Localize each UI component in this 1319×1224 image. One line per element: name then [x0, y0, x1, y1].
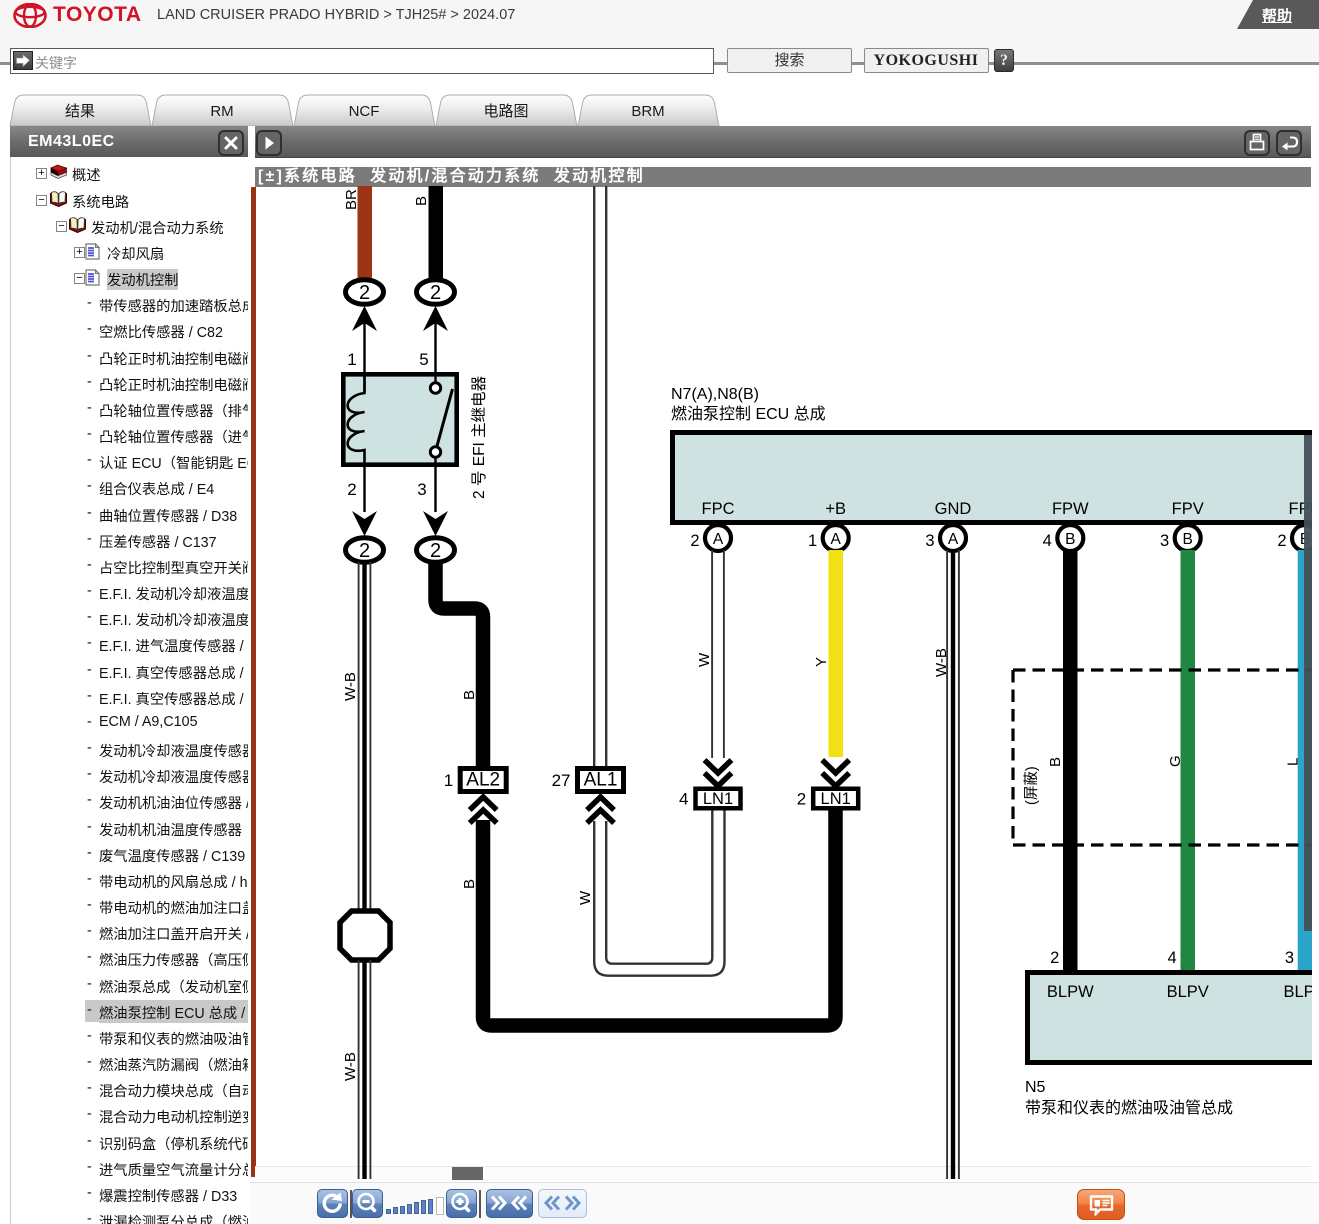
svg-text:LN1: LN1 [821, 790, 851, 808]
svg-text:Y: Y [813, 657, 830, 667]
svg-text:B: B [1065, 531, 1075, 548]
svg-text:2: 2 [690, 532, 699, 550]
svg-text:B: B [413, 196, 430, 206]
svg-text:4: 4 [1168, 949, 1177, 967]
svg-text:W-B: W-B [342, 672, 359, 701]
svg-text:AL2: AL2 [466, 770, 500, 791]
svg-text:3: 3 [1285, 949, 1294, 967]
svg-text:W-B: W-B [342, 1052, 359, 1081]
svg-text:W: W [696, 652, 713, 667]
svg-text:N5: N5 [1025, 1079, 1046, 1096]
svg-text:B: B [461, 879, 478, 889]
svg-text:B: B [1047, 757, 1064, 767]
svg-text:4: 4 [1043, 532, 1052, 550]
svg-text:2: 2 [359, 282, 370, 304]
svg-text:2: 2 [430, 282, 441, 304]
svg-text:3: 3 [1160, 532, 1169, 550]
svg-text:GND: GND [935, 500, 972, 518]
svg-text:2 号 EFI 主继电器: 2 号 EFI 主继电器 [470, 375, 488, 499]
svg-text:NCF: NCF [349, 103, 380, 120]
svg-text:BLPW: BLPW [1047, 983, 1094, 1001]
svg-text:BR: BR [343, 189, 360, 210]
svg-text:AL1: AL1 [584, 770, 618, 791]
svg-text:2: 2 [359, 540, 370, 562]
svg-text:2: 2 [797, 790, 806, 809]
svg-text:FPW: FPW [1052, 500, 1089, 518]
svg-text:A: A [831, 531, 842, 548]
svg-text:BRM: BRM [631, 103, 664, 120]
svg-text:带泵和仪表的燃油吸油管总成: 带泵和仪表的燃油吸油管总成 [1025, 1099, 1233, 1117]
svg-text:1: 1 [347, 350, 356, 369]
svg-text:B: B [461, 690, 478, 700]
svg-text:FPV: FPV [1172, 500, 1204, 518]
svg-text:+B: +B [825, 500, 846, 518]
svg-text:2: 2 [1050, 949, 1059, 967]
svg-text:4: 4 [679, 790, 688, 809]
svg-text:27: 27 [552, 771, 571, 790]
svg-text:5: 5 [419, 350, 428, 369]
svg-text:2: 2 [347, 480, 356, 499]
svg-text:W: W [577, 890, 594, 905]
svg-text:N7(A),N8(B): N7(A),N8(B) [671, 386, 759, 403]
svg-text:BLPD: BLPD [1283, 983, 1312, 1001]
svg-text:L: L [1285, 758, 1302, 766]
svg-text:A: A [948, 531, 959, 548]
svg-text:1: 1 [444, 771, 453, 790]
svg-text:BLPV: BLPV [1167, 983, 1209, 1001]
svg-text:2: 2 [1277, 532, 1286, 550]
svg-text:3: 3 [925, 532, 934, 550]
svg-text:1: 1 [808, 532, 817, 550]
svg-text:G: G [1167, 755, 1184, 767]
svg-text:3: 3 [417, 480, 426, 499]
svg-text:FPC: FPC [702, 500, 735, 518]
svg-text:结果: 结果 [65, 103, 95, 120]
svg-text:B: B [1183, 531, 1193, 548]
svg-text:RM: RM [210, 103, 233, 120]
svg-text:电路图: 电路图 [483, 103, 528, 120]
svg-text:2: 2 [430, 540, 441, 562]
svg-text:A: A [713, 531, 724, 548]
svg-text:W-B: W-B [933, 648, 950, 677]
svg-text:(屏蔽): (屏蔽) [1023, 766, 1040, 805]
svg-text:LN1: LN1 [703, 790, 733, 808]
svg-text:燃油泵控制 ECU 总成: 燃油泵控制 ECU 总成 [671, 405, 826, 423]
